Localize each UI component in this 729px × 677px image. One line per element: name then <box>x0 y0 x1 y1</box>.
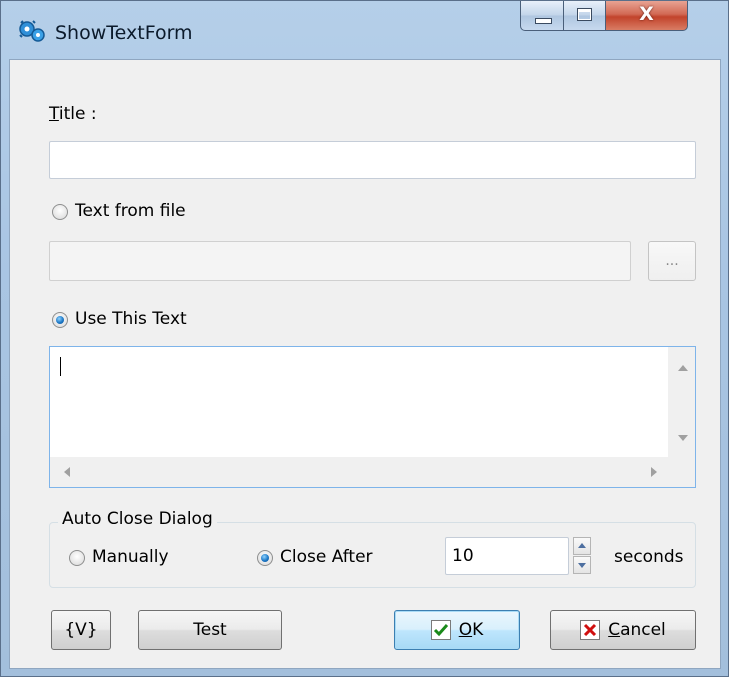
title-bar[interactable]: ShowTextForm X <box>1 1 728 59</box>
use-this-text-radio[interactable] <box>52 312 68 328</box>
dialog-client-area: Title : Text from file ... Use This Text… <box>9 59 721 669</box>
cancel-x-icon <box>580 620 601 640</box>
checkmark-icon <box>430 620 451 640</box>
dialog-window: ShowTextForm X Title : Text from file ..… <box>0 0 729 677</box>
close-after-radio[interactable] <box>257 550 273 566</box>
spin-down-icon <box>578 563 586 568</box>
caption-buttons: X <box>520 1 688 33</box>
seconds-unit-label: seconds <box>614 547 684 567</box>
test-button[interactable]: Test <box>138 610 282 650</box>
title-label-mnemonic: T <box>49 104 59 124</box>
text-from-file-radio[interactable] <box>52 204 68 220</box>
scroll-right-icon[interactable] <box>651 467 657 477</box>
browse-button[interactable]: ... <box>648 241 696 281</box>
ok-button[interactable]: OK <box>394 610 520 650</box>
file-path-input <box>49 241 631 281</box>
title-input[interactable] <box>49 141 696 179</box>
use-this-text-label: Use This Text <box>75 309 187 329</box>
seconds-input[interactable] <box>445 537 569 575</box>
spin-up-icon <box>578 543 586 548</box>
close-after-label: Close After <box>280 547 373 567</box>
text-memo[interactable] <box>49 346 696 488</box>
variables-button[interactable]: {V} <box>51 610 111 650</box>
window-title: ShowTextForm <box>55 22 193 44</box>
scroll-left-icon[interactable] <box>64 467 70 477</box>
vertical-scrollbar[interactable] <box>668 347 695 457</box>
cancel-label-rest: ancel <box>620 620 666 640</box>
maximize-button[interactable] <box>564 1 606 31</box>
cancel-label: Cancel <box>608 620 666 640</box>
maximize-icon <box>577 8 592 21</box>
close-icon: X <box>639 3 654 25</box>
scroll-down-icon[interactable] <box>678 435 688 441</box>
minimize-button[interactable] <box>520 1 564 31</box>
ok-label: OK <box>459 620 484 640</box>
ok-label-rest: K <box>472 620 484 640</box>
seconds-spin-down-button[interactable] <box>573 556 591 574</box>
minimize-icon <box>535 18 552 24</box>
title-label: Title : <box>49 104 97 124</box>
cancel-mnemonic: C <box>608 620 621 640</box>
app-gears-icon <box>19 20 45 42</box>
scrollbar-corner <box>669 457 695 487</box>
text-from-file-label: Text from file <box>75 201 186 221</box>
close-button[interactable]: X <box>606 1 688 31</box>
horizontal-scrollbar[interactable] <box>50 457 669 487</box>
title-label-text: itle : <box>58 104 97 124</box>
manually-radio[interactable] <box>69 550 85 566</box>
ok-mnemonic: O <box>458 620 473 640</box>
cancel-button[interactable]: Cancel <box>550 610 696 650</box>
scroll-up-icon[interactable] <box>678 365 688 371</box>
text-cursor <box>60 357 61 376</box>
manually-label: Manually <box>92 547 169 567</box>
auto-close-group-title: Auto Close Dialog <box>58 509 217 529</box>
seconds-spin-up-button[interactable] <box>573 537 591 555</box>
